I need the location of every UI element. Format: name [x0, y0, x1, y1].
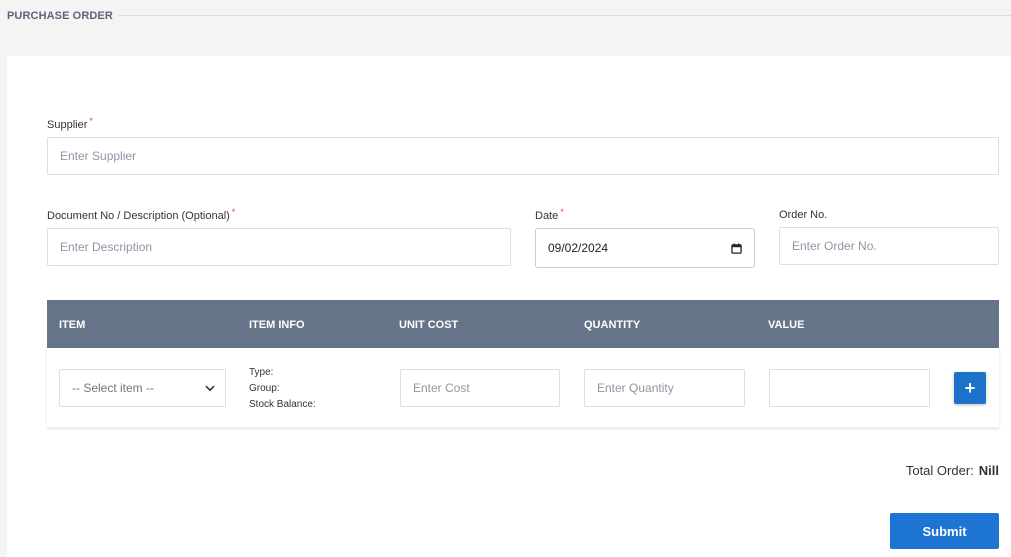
column-header-value: VALUE: [768, 319, 805, 331]
total-order-value: Nill: [978, 463, 999, 478]
item-info: Type: Group: Stock Balance:: [249, 365, 316, 413]
column-header-quantity: QUANTITY: [584, 319, 641, 331]
date-label: Date *: [535, 207, 564, 222]
required-mark: *: [89, 116, 93, 126]
stock-balance-label: Stock Balance:: [249, 399, 316, 410]
date-input[interactable]: 09/02/2024: [535, 228, 755, 268]
page-header: PURCHASE ORDER: [0, 0, 1011, 32]
total-order: Total Order: Nill: [906, 463, 999, 478]
column-header-item: ITEM: [59, 319, 86, 331]
header-divider: [119, 15, 1011, 16]
supplier-label-text: Supplier: [47, 119, 88, 131]
page-title: PURCHASE ORDER: [7, 10, 113, 22]
date-value: 09/02/2024: [548, 241, 609, 255]
column-header-unit-cost: UNIT COST: [399, 319, 459, 331]
plus-icon: +: [964, 378, 976, 398]
chevron-down-icon: [205, 385, 215, 391]
calendar-icon[interactable]: [731, 242, 742, 254]
value-input[interactable]: [769, 369, 930, 407]
table-row: -- Select item -- Type: Group: Stock Bal…: [47, 348, 999, 428]
total-order-label: Total Order:: [905, 463, 974, 478]
order-no-label-text: Order No.: [779, 209, 828, 221]
supplier-input[interactable]: [47, 137, 999, 175]
item-select-value: -- Select item --: [72, 381, 155, 395]
order-no-label: Order No.: [779, 209, 827, 221]
submit-button[interactable]: Submit: [890, 513, 999, 549]
description-label-text: Document No / Description (Optional): [47, 210, 230, 222]
order-no-input[interactable]: [779, 227, 999, 265]
supplier-label: Supplier *: [47, 116, 93, 131]
purchase-order-form: Supplier* Document No / Description (Opt…: [7, 56, 1011, 557]
required-mark: *: [560, 207, 564, 217]
quantity-input[interactable]: [584, 369, 745, 407]
items-table-header: ITEM ITEM INFO UNIT COST QUANTITY VALUE: [47, 300, 999, 348]
add-row-button[interactable]: +: [954, 372, 986, 404]
date-label-text: Date: [535, 210, 559, 222]
description-input[interactable]: [47, 228, 511, 266]
item-group-label: Group:: [249, 383, 280, 394]
item-select[interactable]: -- Select item --: [59, 369, 226, 407]
description-label: Document No / Description (Optional) *: [47, 207, 236, 222]
required-mark: *: [231, 207, 236, 217]
unit-cost-input[interactable]: [400, 369, 560, 407]
item-type-label: Type:: [249, 367, 274, 378]
column-header-item-info: ITEM INFO: [249, 319, 305, 331]
